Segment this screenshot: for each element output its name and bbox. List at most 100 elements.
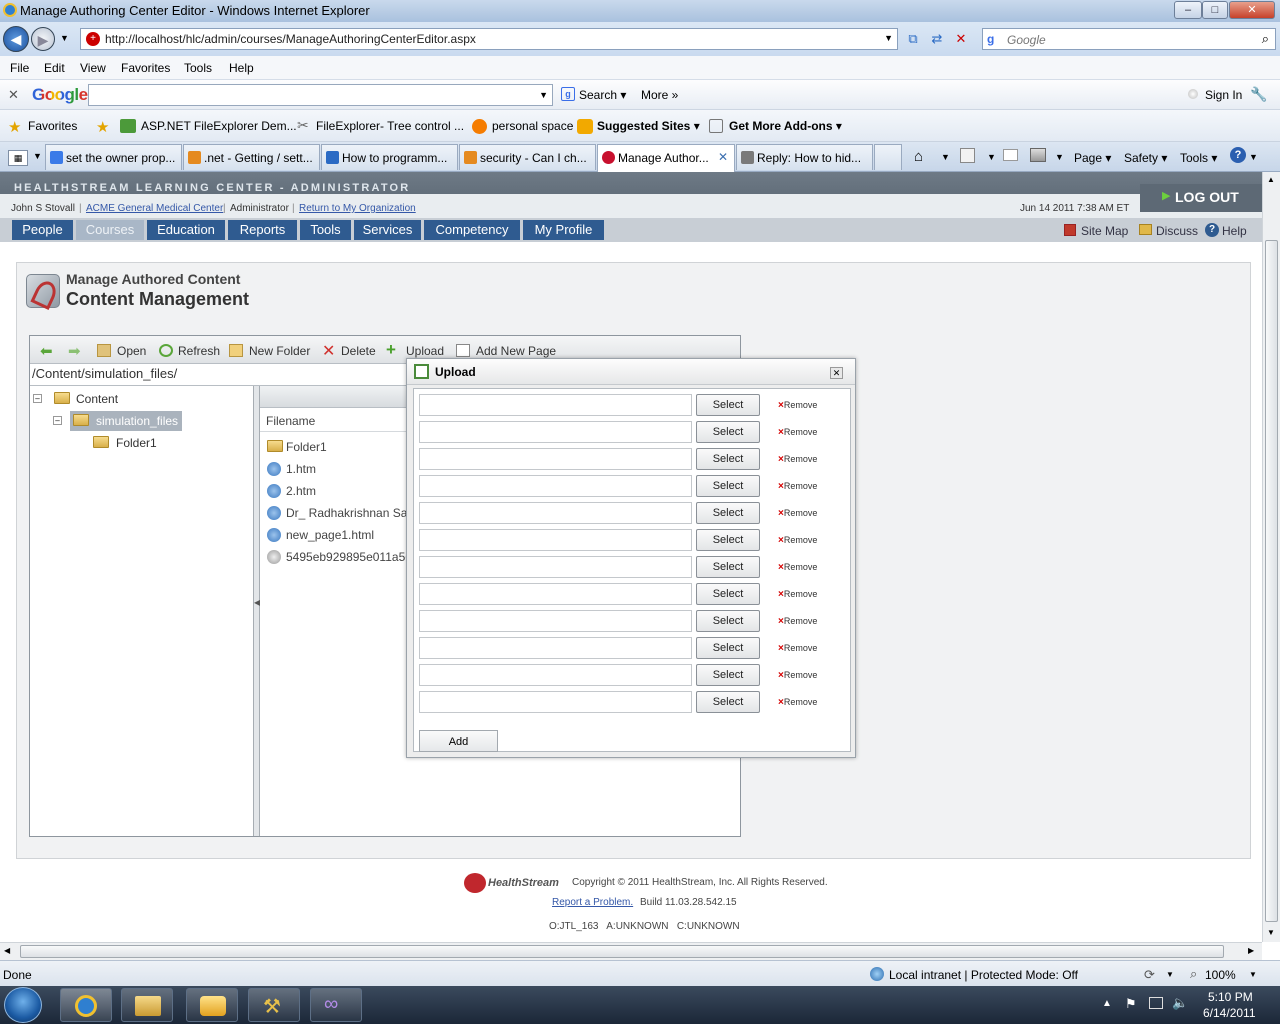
nav-my-profile[interactable]: My Profile	[523, 220, 604, 240]
remove-row-link[interactable]: ×Remove	[778, 427, 817, 438]
select-file-button[interactable]: Select	[696, 448, 760, 470]
upload-dialog-titlebar[interactable]: Upload ✕	[407, 359, 855, 385]
select-file-button[interactable]: Select	[696, 691, 760, 713]
forward-button[interactable]: ▶	[31, 27, 55, 51]
file-path-input[interactable]	[419, 421, 692, 443]
history-dropdown-icon[interactable]: ▼	[60, 33, 69, 43]
help-dropdown-icon[interactable]: ▼	[1249, 152, 1258, 162]
refresh-icon[interactable]: ⇄	[928, 30, 946, 48]
compatibility-view-icon[interactable]: ⧉	[904, 30, 922, 48]
remove-row-link[interactable]: ×Remove	[778, 616, 817, 627]
select-file-button[interactable]: Select	[696, 394, 760, 416]
file-path-input[interactable]	[419, 691, 692, 713]
horizontal-scroll-thumb[interactable]	[20, 945, 1224, 958]
file-path-input[interactable]	[419, 448, 692, 470]
add-favorite-icon[interactable]: ★	[96, 118, 109, 136]
file-path-input[interactable]	[419, 394, 692, 416]
home-icon[interactable]: ⌂	[914, 148, 923, 165]
vertical-scroll-thumb[interactable]	[1265, 240, 1278, 922]
filename-column-header[interactable]: Filename	[266, 414, 315, 428]
menu-help[interactable]: Help	[229, 61, 254, 75]
close-dialog-button[interactable]: ✕	[830, 367, 843, 379]
add-row-button[interactable]: Add	[419, 730, 498, 752]
clock-time[interactable]: 5:10 PM	[1208, 990, 1253, 1004]
google-search-input[interactable]: ▼	[88, 84, 553, 106]
zone-dropdown-icon[interactable]: ▼	[1166, 970, 1174, 979]
clock-date[interactable]: 6/14/2011	[1203, 1006, 1256, 1020]
delete-button[interactable]: Delete	[341, 344, 376, 358]
close-window-button[interactable]: ✕	[1229, 1, 1275, 19]
nav-reports[interactable]: Reports	[228, 220, 297, 240]
quick-tabs-icon[interactable]: ▦	[8, 150, 28, 166]
stop-icon[interactable]: ✕	[952, 30, 970, 48]
scroll-down-icon[interactable]: ▼	[1267, 928, 1275, 937]
file-path-input[interactable]	[419, 583, 692, 605]
nav-tools[interactable]: Tools	[300, 220, 351, 240]
select-file-button[interactable]: Select	[696, 475, 760, 497]
file-path-input[interactable]	[419, 637, 692, 659]
tab-net-getting[interactable]: .net - Getting / sett...	[183, 144, 320, 170]
select-file-button[interactable]: Select	[696, 421, 760, 443]
help-icon[interactable]: ?	[1230, 147, 1246, 163]
nav-courses[interactable]: Courses	[76, 220, 144, 240]
select-file-button[interactable]: Select	[696, 583, 760, 605]
nav-education[interactable]: Education	[147, 220, 225, 240]
remove-row-link[interactable]: ×Remove	[778, 670, 817, 681]
collapse-icon[interactable]: –	[53, 416, 62, 425]
menu-edit[interactable]: Edit	[44, 61, 65, 75]
collapse-icon[interactable]: –	[33, 394, 42, 403]
feeds-icon[interactable]	[960, 148, 975, 163]
file-path-input[interactable]	[419, 610, 692, 632]
network-icon[interactable]	[1149, 997, 1163, 1009]
tools-menu[interactable]: Tools ▾	[1180, 151, 1217, 165]
nav-people[interactable]: People	[12, 220, 73, 240]
file-path-input[interactable]	[419, 664, 692, 686]
google-more-button[interactable]: More »	[641, 88, 678, 102]
maximize-button[interactable]: □	[1202, 1, 1228, 19]
file-row-hash[interactable]: 5495eb929895e011a56b	[286, 550, 419, 564]
tab-reply[interactable]: Reply: How to hid...	[736, 144, 873, 170]
print-icon[interactable]	[1030, 148, 1046, 162]
file-row-dr-radhakrishnan[interactable]: Dr_ Radhakrishnan Sala	[286, 506, 417, 520]
start-button[interactable]	[4, 987, 42, 1023]
tab-security[interactable]: security - Can I ch...	[459, 144, 596, 170]
action-center-icon[interactable]: ⚑	[1125, 996, 1137, 1012]
site-map-link[interactable]: Site Map	[1081, 224, 1128, 238]
taskbar-vs-button[interactable]: ∞	[310, 988, 362, 1022]
back-arrow-icon[interactable]: ⬅	[40, 342, 53, 360]
select-file-button[interactable]: Select	[696, 664, 760, 686]
show-hidden-icons[interactable]: ▲	[1102, 998, 1112, 1009]
remove-row-link[interactable]: ×Remove	[778, 535, 817, 546]
scroll-left-icon[interactable]: ◀	[4, 946, 10, 955]
remove-row-link[interactable]: ×Remove	[778, 400, 817, 411]
protected-mode-icon[interactable]: ⟳	[1144, 967, 1155, 983]
remove-row-link[interactable]: ×Remove	[778, 589, 817, 600]
security-zone[interactable]: Local intranet | Protected Mode: Off	[889, 968, 1078, 982]
address-dropdown-icon[interactable]: ▼	[884, 33, 893, 43]
taskbar-tools-button[interactable]: ⚒	[248, 988, 300, 1022]
safety-menu[interactable]: Safety ▾	[1124, 151, 1167, 165]
select-file-button[interactable]: Select	[696, 502, 760, 524]
feeds-dropdown-icon[interactable]: ▼	[987, 152, 996, 162]
file-row-folder1[interactable]: Folder1	[286, 440, 327, 454]
refresh-button[interactable]: Refresh	[178, 344, 220, 358]
report-problem-link[interactable]: Report a Problem.	[552, 897, 633, 908]
wrench-icon[interactable]: 🔧	[1250, 86, 1267, 103]
tab-manage-author[interactable]: Manage Author... ✕	[597, 144, 735, 172]
tab-how-to-program[interactable]: How to programm...	[321, 144, 458, 170]
taskbar-ie-button[interactable]	[60, 988, 112, 1022]
favorites-button[interactable]: Favorites	[28, 119, 77, 133]
file-path-input[interactable]	[419, 529, 692, 551]
add-new-page-button[interactable]: Add New Page	[476, 344, 556, 358]
nav-services[interactable]: Services	[354, 220, 421, 240]
org-link[interactable]: ACME General Medical Center	[86, 203, 223, 214]
home-dropdown-icon[interactable]: ▼	[941, 152, 950, 162]
scroll-right-icon[interactable]: ▶	[1248, 946, 1254, 955]
page-menu[interactable]: Page ▾	[1074, 151, 1111, 165]
close-tab-icon[interactable]: ✕	[718, 150, 728, 164]
remove-row-link[interactable]: ×Remove	[778, 643, 817, 654]
file-path-input[interactable]	[419, 556, 692, 578]
tree-node-simulation-files[interactable]: simulation_files	[96, 414, 178, 428]
sign-in-link[interactable]: Sign In	[1205, 88, 1242, 102]
menu-file[interactable]: File	[10, 61, 29, 75]
